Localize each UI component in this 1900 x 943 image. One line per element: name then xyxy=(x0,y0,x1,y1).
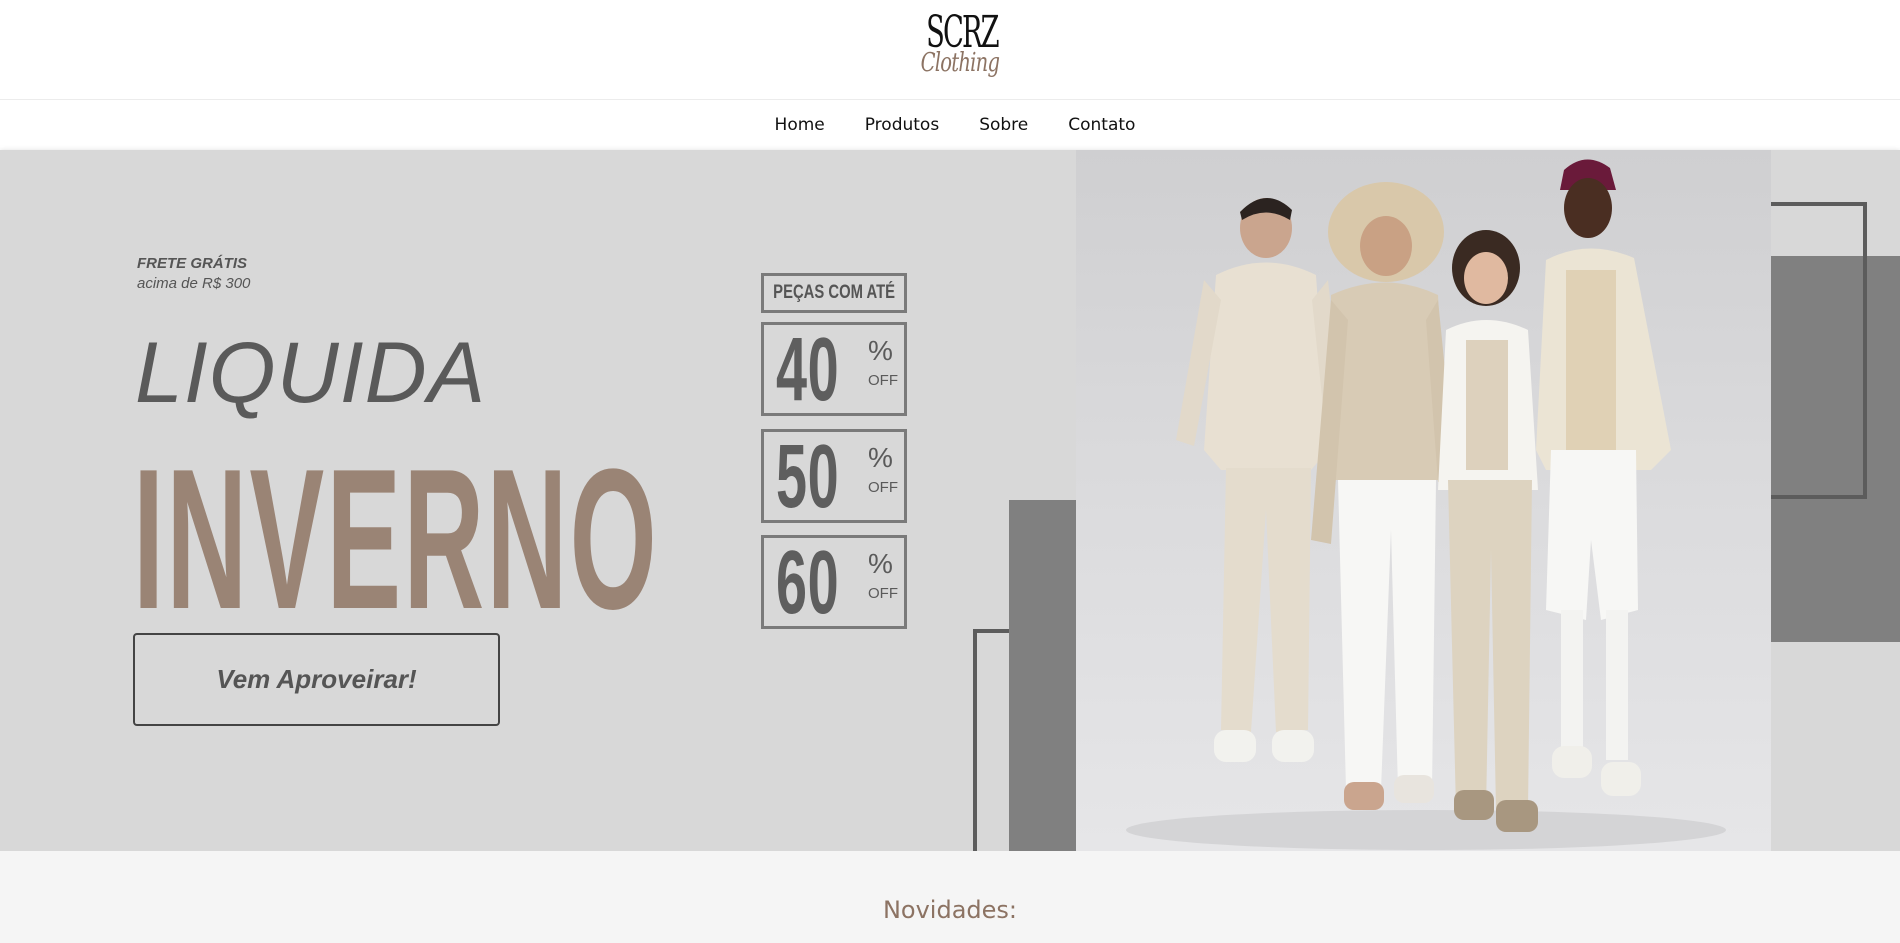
discount-badge-50: 50 % OFF xyxy=(761,429,907,523)
models-illustration xyxy=(1126,159,1726,850)
news-section-title: Novidades: xyxy=(882,896,1018,924)
nav-item-contato[interactable]: Contato xyxy=(1068,115,1135,135)
free-shipping-note: FRETE GRÁTIS acima de R$ 300 xyxy=(137,254,250,294)
discount-value: 40 xyxy=(776,320,840,420)
shop-now-button[interactable]: Vem Aproveirar! xyxy=(133,633,500,726)
discount-percent-sign: % xyxy=(868,335,893,366)
free-shipping-title: FRETE GRÁTIS xyxy=(137,255,248,272)
season-heading: INVERNO xyxy=(133,428,659,651)
model-2 xyxy=(1311,182,1456,810)
discount-percent-sign: % xyxy=(868,442,893,473)
main-nav: Home Produtos Sobre Contato xyxy=(0,100,1900,150)
logo-subtitle: Clothing xyxy=(920,48,1000,78)
decorative-frame-right xyxy=(1765,202,1867,499)
discount-value: 60 xyxy=(776,533,840,633)
sale-heading: LIQUIDA xyxy=(135,325,487,421)
nav-item-produtos[interactable]: Produtos xyxy=(865,115,939,135)
discount-badge-60: 60 % OFF xyxy=(761,535,907,629)
discount-off-label: OFF xyxy=(868,585,898,602)
discount-percent-sign: % xyxy=(868,548,893,579)
site-header: SCRZ Clothing xyxy=(0,0,1900,100)
nav-item-home[interactable]: Home xyxy=(775,115,825,135)
free-shipping-condition: acima de R$ 300 xyxy=(137,275,251,292)
discount-header-label: PEÇAS COM ATÉ xyxy=(773,282,895,303)
model-4 xyxy=(1536,159,1671,796)
brand-logo[interactable]: SCRZ Clothing xyxy=(910,10,1000,98)
nav-item-sobre[interactable]: Sobre xyxy=(979,115,1028,135)
hero-photo-models xyxy=(1076,150,1771,851)
discount-badge-40: 40 % OFF xyxy=(761,322,907,416)
discount-off-label: OFF xyxy=(868,372,898,389)
discount-header-badge: PEÇAS COM ATÉ xyxy=(761,273,907,313)
hero-banner: FRETE GRÁTIS acima de R$ 300 LIQUIDA INV… xyxy=(0,150,1900,851)
discount-off-label: OFF xyxy=(868,479,898,496)
discount-value: 50 xyxy=(776,427,840,527)
news-section: Novidades: xyxy=(0,851,1900,943)
model-3 xyxy=(1438,230,1538,832)
